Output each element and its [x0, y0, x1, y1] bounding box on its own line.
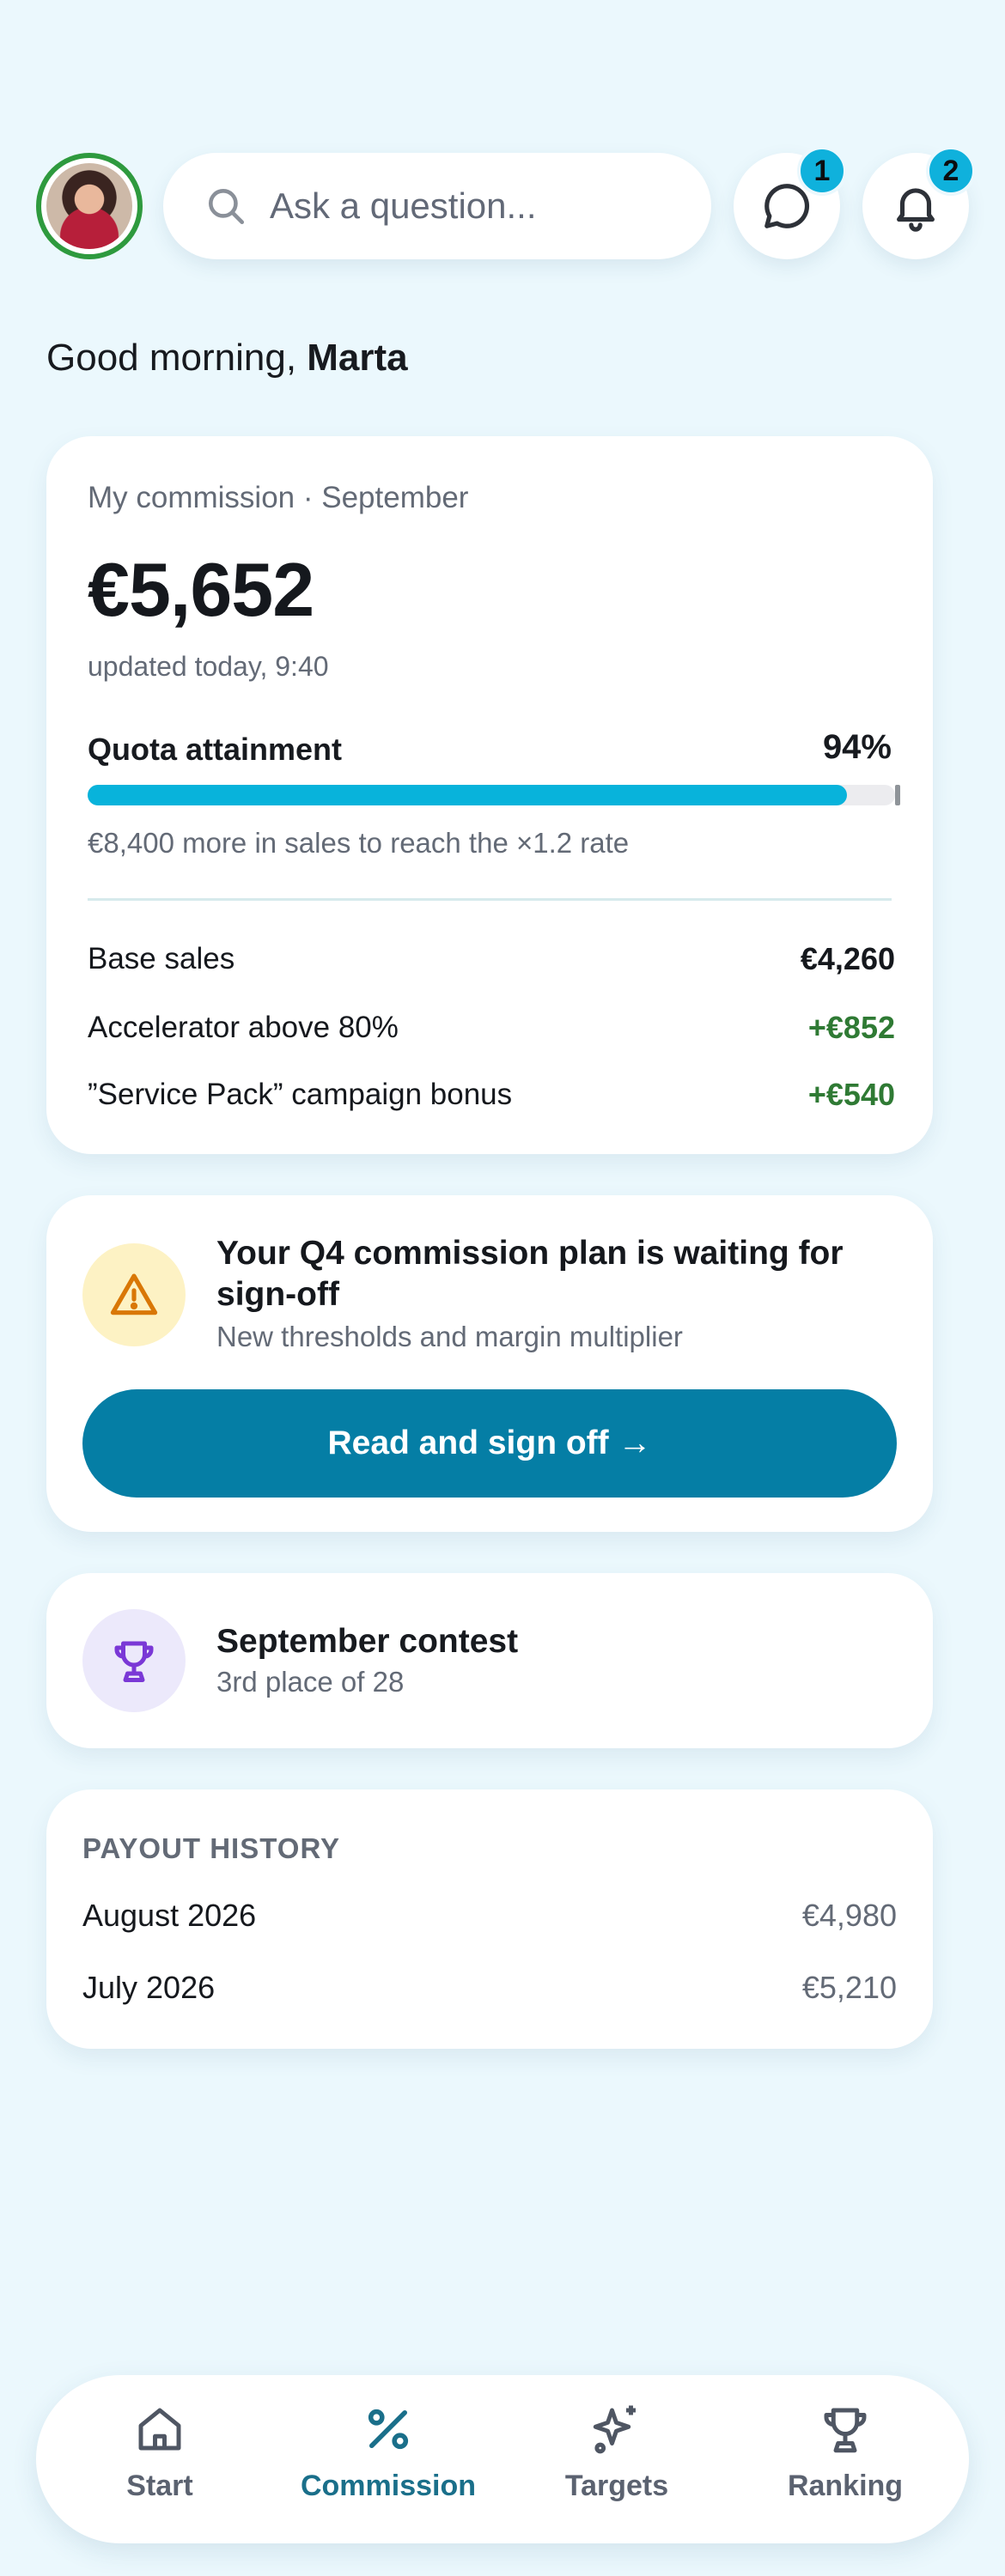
- nav-item-commission[interactable]: Commission: [294, 2401, 483, 2521]
- percent-icon: [368, 2409, 409, 2450]
- search-icon: [209, 189, 245, 225]
- payout-row[interactable]: July 2026 €5,210: [82, 1970, 897, 2006]
- line-value: €4,260: [800, 941, 895, 976]
- payout-amount: €4,980: [801, 1898, 897, 1933]
- home-icon: [138, 2408, 181, 2451]
- line-label: ”Service Pack” campaign bonus: [88, 1078, 513, 1111]
- quota-progress-bar: [88, 785, 900, 805]
- payout-row[interactable]: August 2026 €4,980: [82, 1898, 897, 1934]
- line-label: Base sales: [88, 942, 235, 975]
- trophy-icon-badge: [82, 1609, 186, 1712]
- contest-card[interactable]: September contest 3rd place of 28: [46, 1573, 933, 1748]
- greeting-prefix: Good morning,: [46, 337, 308, 379]
- commission-line-campaign-bonus: ”Service Pack” campaign bonus +€540: [88, 1077, 895, 1113]
- notifications-button[interactable]: 2: [862, 146, 976, 259]
- payout-amount: €5,210: [801, 1970, 897, 2005]
- commission-label: My commission · September: [88, 481, 469, 514]
- divider: [88, 898, 892, 901]
- search-input[interactable]: [270, 185, 665, 227]
- search-bar[interactable]: [163, 153, 711, 259]
- quota-progress-fill: [88, 785, 847, 805]
- quota-label: Quota attainment: [88, 732, 343, 767]
- commission-amount: €5,652: [88, 547, 314, 632]
- warning-icon-badge: [82, 1243, 186, 1346]
- avatar-photo: [46, 163, 132, 249]
- line-value: +€852: [807, 1010, 895, 1045]
- trophy-icon: [824, 2408, 867, 2453]
- read-and-sign-off-button[interactable]: Read and sign off →: [82, 1389, 897, 1498]
- commission-line-base: Base sales €4,260: [88, 941, 895, 977]
- commission-updated: updated today, 9:40: [88, 651, 329, 682]
- signoff-card: Your Q4 commission plan is waiting for s…: [46, 1195, 933, 1532]
- line-value: +€540: [807, 1077, 895, 1112]
- greeting: Good morning, Marta: [46, 337, 408, 380]
- nav-item-start[interactable]: Start: [65, 2401, 254, 2521]
- nav-label: Targets: [564, 2470, 669, 2502]
- notifications-badge: 2: [926, 146, 976, 196]
- line-label: Accelerator above 80%: [88, 1011, 399, 1044]
- nav-label: Commission: [300, 2470, 477, 2502]
- quota-percent: 94%: [822, 728, 892, 766]
- nav-label: Start: [126, 2470, 193, 2502]
- contest-title: September contest: [216, 1623, 519, 1660]
- nav-item-ranking[interactable]: Ranking: [751, 2401, 940, 2521]
- chat-button[interactable]: 1: [734, 146, 847, 259]
- top-bar: 1 2: [0, 0, 1005, 275]
- avatar[interactable]: [36, 153, 143, 259]
- quota-target-marker: [895, 785, 900, 805]
- nav-item-targets[interactable]: Targets: [522, 2401, 711, 2521]
- warning-icon: [110, 1273, 158, 1315]
- contest-subtitle: 3rd place of 28: [216, 1666, 405, 1698]
- trophy-icon: [114, 1641, 154, 1682]
- bottom-nav: Start Commission Targets Ranking: [36, 2375, 969, 2543]
- nav-label: Ranking: [787, 2470, 904, 2502]
- commission-card[interactable]: My commission · September €5,652 updated…: [46, 436, 933, 1154]
- signoff-subtitle: New thresholds and margin multiplier: [216, 1321, 683, 1352]
- quota-note: €8,400 more in sales to reach the ×1.2 r…: [88, 827, 630, 859]
- signoff-title: Your Q4 commission plan is waiting for s…: [216, 1235, 844, 1313]
- payout-history-card: PAYOUT HISTORY August 2026 €4,980 July 2…: [46, 1789, 933, 2049]
- commission-line-accelerator: Accelerator above 80% +€852: [88, 1010, 895, 1046]
- payout-month: August 2026: [82, 1898, 257, 1933]
- greeting-name: Marta: [307, 337, 408, 379]
- payout-history-heading: PAYOUT HISTORY: [82, 1832, 341, 1864]
- sparkles-icon: [593, 2405, 636, 2454]
- chat-badge: 1: [797, 146, 847, 196]
- payout-month: July 2026: [82, 1970, 216, 2005]
